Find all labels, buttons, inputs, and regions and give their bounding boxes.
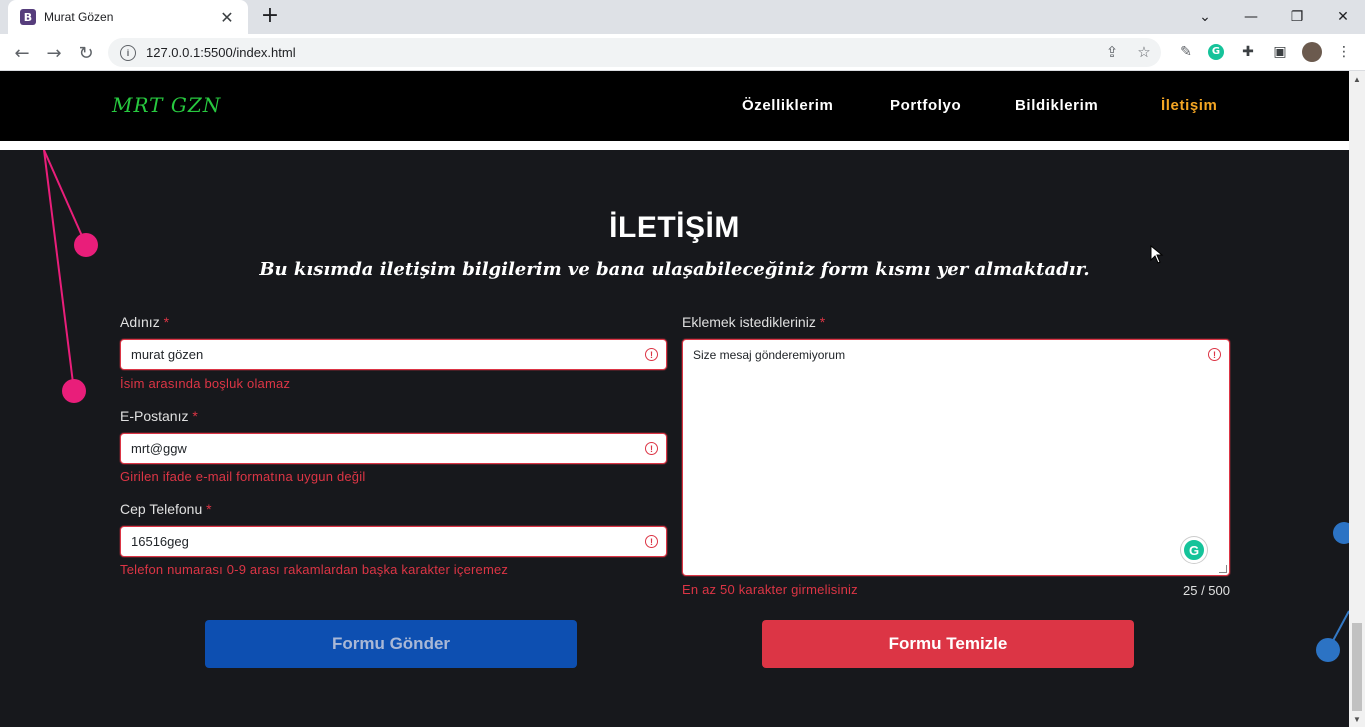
nav-link-iletisim[interactable]: İletişim (1161, 97, 1218, 114)
message-label: Eklemek istedikleriniz * (682, 314, 825, 330)
message-value: Size mesaj gönderemiyorum (693, 348, 846, 362)
nav-link-portfolyo[interactable]: Portfolyo (890, 97, 961, 114)
extension-icon[interactable]: ✎ (1176, 42, 1196, 62)
page-scrollbar[interactable]: ▲ ▼ (1349, 71, 1365, 727)
name-label: Adınız * (120, 314, 169, 330)
browser-tabstrip: B Murat Gözen ✕ + ⌄ — ❐ ✕ (0, 0, 1365, 34)
error-icon: ! (645, 535, 658, 548)
close-tab-icon[interactable]: ✕ (218, 8, 236, 27)
phone-error: Telefon numarası 0-9 arası rakamlardan b… (120, 562, 509, 577)
menu-icon[interactable]: ⋮ (1334, 42, 1354, 62)
star-icon[interactable]: ☆ (1134, 43, 1154, 63)
forward-icon[interactable]: → (40, 39, 68, 67)
phone-input-value: 16516geg (131, 534, 189, 549)
close-window-button[interactable]: ✕ (1320, 0, 1365, 34)
info-icon[interactable]: i (120, 44, 136, 61)
address-bar[interactable]: i 127.0.0.1:5500/index.html ⇪ ☆ (108, 38, 1161, 67)
site-navbar: MRT GZN Özelliklerim Portfolyo Bildikler… (0, 71, 1349, 141)
nav-link-bildiklerim[interactable]: Bildiklerim (1015, 97, 1098, 114)
phone-input[interactable]: 16516geg ! (120, 526, 667, 557)
required-mark: * (192, 408, 198, 424)
new-tab-button[interactable]: + (258, 4, 282, 28)
phone-label-text: Cep Telefonu (120, 501, 203, 517)
error-icon: ! (1208, 348, 1221, 361)
grammarly-icon[interactable]: G (1206, 42, 1226, 62)
name-error: İsim arasında boşluk olamaz (120, 376, 291, 391)
brand-logo[interactable]: MRT GZN (112, 93, 221, 117)
bootstrap-favicon-icon: B (20, 9, 36, 25)
share-icon[interactable]: ⇪ (1102, 43, 1122, 63)
name-input[interactable]: murat gözen ! (120, 339, 667, 370)
divider (0, 141, 1349, 150)
grammarly-icon[interactable]: G (1181, 537, 1207, 563)
email-error: Girilen ifade e-mail formatına uygun değ… (120, 469, 366, 484)
name-input-value: murat gözen (131, 347, 204, 362)
back-icon[interactable]: ← (8, 39, 36, 67)
nav-link-ozelliklerim[interactable]: Özelliklerim (742, 97, 833, 114)
error-icon: ! (645, 348, 658, 361)
name-label-text: Adınız (120, 314, 160, 330)
email-input[interactable]: mrt@ggw ! (120, 433, 667, 464)
browser-toolbar: ← → ↻ i 127.0.0.1:5500/index.html ⇪ ☆ ✎ … (0, 34, 1365, 71)
avatar[interactable] (1302, 42, 1322, 62)
required-mark: * (163, 314, 170, 330)
url-text: 127.0.0.1:5500/index.html (146, 45, 296, 60)
browser-tab[interactable]: B Murat Gözen ✕ (8, 0, 248, 34)
resize-handle[interactable] (1219, 565, 1227, 573)
message-label-text: Eklemek istedikleriniz (682, 314, 816, 330)
required-mark: * (819, 314, 826, 330)
clear-button[interactable]: Formu Temizle (762, 620, 1134, 668)
page-viewport: MRT GZN Özelliklerim Portfolyo Bildikler… (0, 71, 1349, 727)
restore-button[interactable]: ❐ (1274, 0, 1320, 34)
scroll-thumb[interactable] (1352, 623, 1362, 711)
message-error: En az 50 karakter girmelisiniz (682, 582, 858, 597)
char-counter: 25 / 500 (1183, 583, 1230, 598)
minimize-button[interactable]: — (1228, 0, 1274, 34)
scroll-up-icon[interactable]: ▲ (1353, 75, 1361, 84)
submit-button[interactable]: Formu Gönder (205, 620, 577, 668)
required-mark: * (206, 501, 212, 517)
section-subtitle: Bu kısımda iletişim bilgilerim ve bana u… (259, 259, 1090, 280)
mouse-cursor-icon (1150, 245, 1164, 264)
email-label-text: E-Postanız (120, 408, 189, 424)
tab-title: Murat Gözen (44, 10, 114, 24)
message-textarea[interactable]: Size mesaj gönderemiyorum ! G (682, 339, 1230, 576)
puzzle-icon[interactable]: ✚ (1238, 42, 1258, 62)
scroll-down-icon[interactable]: ▼ (1353, 715, 1361, 724)
tab-search-icon[interactable]: ⌄ (1182, 0, 1228, 34)
sidepanel-icon[interactable]: ▣ (1270, 42, 1290, 62)
email-input-value: mrt@ggw (131, 441, 187, 456)
section-title: İLETİŞİM (609, 211, 740, 244)
reload-icon[interactable]: ↻ (72, 39, 100, 67)
error-icon: ! (645, 442, 658, 455)
phone-label: Cep Telefonu * (120, 501, 212, 517)
email-label: E-Postanız * (120, 408, 198, 424)
